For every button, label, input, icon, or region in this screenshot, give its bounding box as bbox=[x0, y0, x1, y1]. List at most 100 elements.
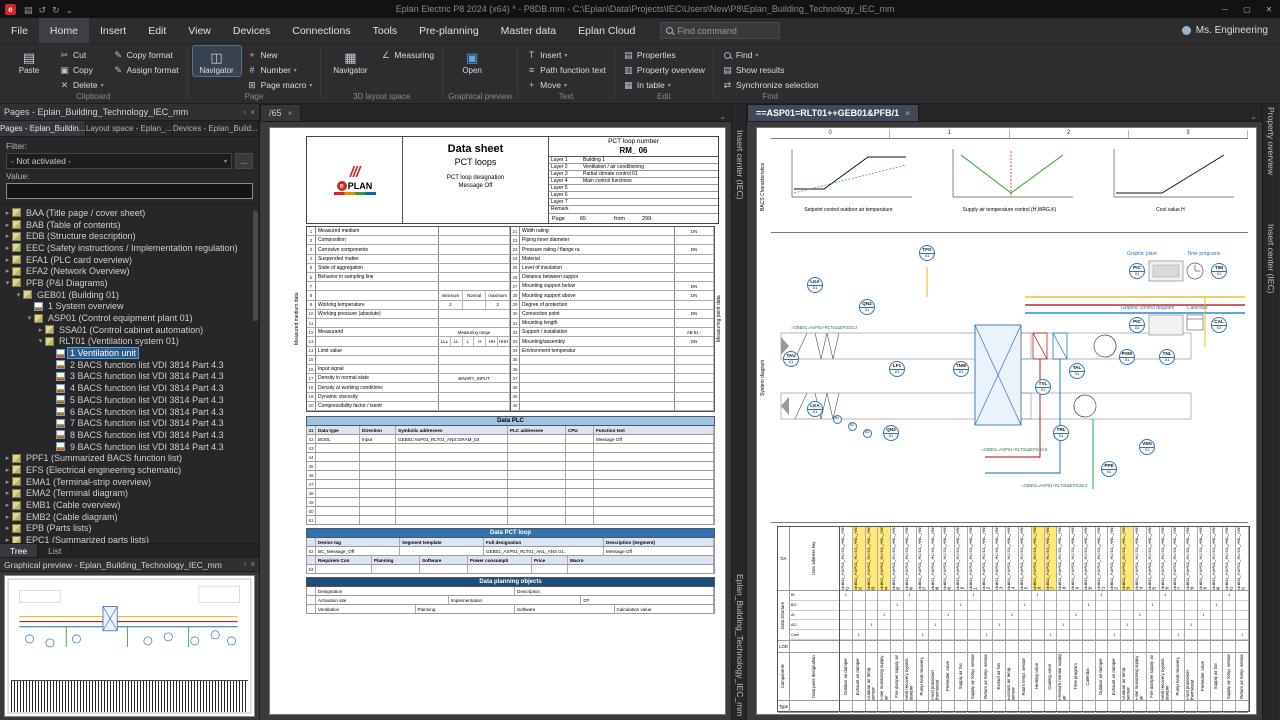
editor1-doc-tab[interactable]: /65 × bbox=[260, 104, 301, 121]
tree-item-1-system-overview[interactable]: 1 System overview bbox=[0, 301, 259, 313]
in-table-button[interactable]: ▦In table▾ bbox=[620, 78, 708, 92]
instrument-trl[interactable]: TRL01 bbox=[1053, 425, 1069, 441]
tree-item-efa2-network-overview[interactable]: ▸EFA2 (Network Overview) bbox=[0, 265, 259, 277]
datasheet-page[interactable]: Measured medium data Measuring point dat… bbox=[269, 127, 726, 715]
new-page-button[interactable]: +New bbox=[244, 48, 316, 62]
navigator-subtab-0[interactable]: Pages - Eplan_Buildin... bbox=[0, 121, 86, 136]
pid-page[interactable]: 0123 BACS Characteristics Setpoint contr… bbox=[756, 127, 1257, 715]
instrument-lka[interactable]: LKA01 bbox=[807, 277, 823, 293]
instrument-psw[interactable]: PSW01 bbox=[1119, 349, 1135, 365]
view-tab-tree[interactable]: Tree bbox=[0, 544, 38, 557]
measuring-button[interactable]: ∠Measuring bbox=[377, 48, 437, 62]
ribbon-tab-home[interactable]: Home bbox=[39, 18, 89, 43]
property-overview-button[interactable]: ▥Property overview bbox=[620, 63, 708, 77]
page-navigator-button[interactable]: ◫Navigator bbox=[193, 46, 241, 76]
tree-item-2-bacs-function-list-vdi[interactable]: 2 BACS function list VDI 3814 Part 4.3 bbox=[0, 359, 259, 371]
close-tab-icon[interactable]: × bbox=[905, 109, 910, 118]
instrument-62[interactable]: 62 bbox=[848, 422, 857, 431]
insert-center-vertical-tab[interactable]: Insert center (IEC) bbox=[1266, 224, 1276, 293]
view-tab-list[interactable]: List bbox=[38, 544, 72, 557]
layout-navigator-button[interactable]: ▦Navigator bbox=[326, 46, 374, 76]
tree-item-3-bacs-function-list-vdi[interactable]: 3 BACS function list VDI 3814 Part 4.3 bbox=[0, 371, 259, 383]
tree-item-geb01-building-01[interactable]: ▾GEB01 (Building 01) bbox=[0, 289, 259, 301]
user-account[interactable]: Ms. Engineering bbox=[1182, 18, 1280, 43]
properties-button[interactable]: ▤Properties bbox=[620, 48, 708, 62]
number-button[interactable]: #Number▾ bbox=[244, 63, 316, 77]
path-function-text-button[interactable]: ≡Path function text bbox=[523, 63, 609, 77]
tree-scrollbar[interactable] bbox=[253, 211, 258, 321]
undo-icon[interactable]: ↺ bbox=[39, 5, 47, 15]
editor2-canvas[interactable]: 0123 BACS Characteristics Setpoint contr… bbox=[747, 122, 1262, 720]
pin-icon[interactable]: ▫ bbox=[243, 108, 246, 117]
preview-thumbnail[interactable] bbox=[4, 575, 255, 717]
instrument-63[interactable]: 63 bbox=[863, 429, 872, 438]
redo-icon[interactable]: ↻ bbox=[52, 5, 60, 15]
find-button[interactable]: Find▾ bbox=[719, 48, 822, 62]
editor1-canvas[interactable]: Measured medium data Measuring point dat… bbox=[260, 122, 731, 720]
tree-item-5-bacs-function-list-vdi[interactable]: 5 BACS function list VDI 3814 Part 4.3 bbox=[0, 394, 259, 406]
property-overview-vertical-tab[interactable]: Property overview bbox=[1266, 107, 1276, 175]
copy-button[interactable]: ▣Copy bbox=[56, 63, 107, 77]
move-text-button[interactable]: +Move▾ bbox=[523, 78, 609, 92]
tree-item-ema2-terminal-diagram[interactable]: ▸EMA2 (Terminal diagram) bbox=[0, 488, 259, 500]
pin-icon[interactable]: ▫ bbox=[243, 560, 246, 569]
instrument-cal[interactable]: CAL01 bbox=[1211, 317, 1227, 333]
ribbon-tab-master-data[interactable]: Master data bbox=[490, 18, 567, 43]
tab-list-chevron-icon[interactable]: ⌄ bbox=[1245, 112, 1262, 121]
copy-format-button[interactable]: ✎Copy format bbox=[110, 48, 182, 62]
ribbon-tab-devices[interactable]: Devices bbox=[222, 18, 281, 43]
ribbon-tab-view[interactable]: View bbox=[177, 18, 222, 43]
instrument-pic[interactable]: PIC01 bbox=[1129, 317, 1145, 333]
page-macro-button[interactable]: ⊞Page macro▾ bbox=[244, 78, 316, 92]
tree-item-9-bacs-function-list-vdi[interactable]: 9 BACS function list VDI 3814 Part 4.3 bbox=[0, 441, 259, 453]
instrument-qn3[interactable]: QN301 bbox=[883, 425, 899, 441]
instrument-ppe[interactable]: PPE01 bbox=[1101, 461, 1117, 477]
tree-item-baa-title-page-cover[interactable]: ▸BAA (Title page / cover sheet) bbox=[0, 207, 259, 219]
close-panel-icon[interactable]: × bbox=[250, 560, 255, 569]
tree-item-epc1-summarized-parts-l[interactable]: ▸EPC1 (Summarized parts lists) bbox=[0, 534, 259, 543]
instrument-tnw[interactable]: TNW01 bbox=[953, 361, 969, 377]
instrument-lf1[interactable]: LF101 bbox=[889, 361, 905, 377]
close-panel-icon[interactable]: × bbox=[250, 108, 255, 117]
tree-item-efs-electrical-engineer[interactable]: ▸EFS (Electrical engineering schematic) bbox=[0, 464, 259, 476]
navigator-subtab-1[interactable]: Layout space - Eplan_... bbox=[86, 121, 172, 136]
maximize-button[interactable]: ▢ bbox=[1236, 0, 1258, 18]
instrument-tal[interactable]: TAL01 bbox=[1069, 363, 1085, 379]
tree-item-rlt01-ventilation-syste[interactable]: ▾RLT01 (Ventilation system 01) bbox=[0, 336, 259, 348]
tree-item-1-ventilation-unit[interactable]: 1 Ventilation unit bbox=[0, 347, 259, 359]
minimize-button[interactable]: ─ bbox=[1214, 0, 1236, 18]
tree-item-7-bacs-function-list-vdi[interactable]: 7 BACS function list VDI 3814 Part 4.3 bbox=[0, 417, 259, 429]
tree-item-6-bacs-function-list-vdi[interactable]: 6 BACS function list VDI 3814 Part 4.3 bbox=[0, 406, 259, 418]
tree-item-emb2-cable-diagram[interactable]: ▸EMB2 (Cable diagram) bbox=[0, 511, 259, 523]
ribbon-tab-pre-planning[interactable]: Pre-planning bbox=[408, 18, 490, 43]
show-results-button[interactable]: ▤Show results bbox=[719, 63, 822, 77]
tree-item-epb-parts-lists[interactable]: ▸EPB (Parts lists) bbox=[0, 523, 259, 535]
insert-center-vertical-tab[interactable]: Insert center (IEC) bbox=[735, 130, 745, 199]
tree-item-ema1-terminal-strip-ove[interactable]: ▸EMA1 (Terminal-strip overview) bbox=[0, 476, 259, 488]
tree-item-asp01-control-equipment[interactable]: ▾ASP01 (Control equipment plant 01) bbox=[0, 312, 259, 324]
tree-item-ssa01-control-cabinet-a[interactable]: ▸SSA01 (Control cabinet automation) bbox=[0, 324, 259, 336]
paste-button[interactable]: ▤Paste bbox=[5, 46, 53, 76]
tree-item-ppf1-summarized-bacs-fu[interactable]: ▸PPF1 (Summarized BACS function list) bbox=[0, 452, 259, 464]
close-tab-icon[interactable]: × bbox=[288, 109, 293, 118]
editor2-doc-tab[interactable]: ==ASP01=RLT01++GEB01&PFB/1 × bbox=[747, 104, 919, 121]
instrument-61[interactable]: 61 bbox=[833, 415, 842, 424]
save-icon[interactable]: ▤ bbox=[24, 5, 33, 15]
navigator-subtab-2[interactable]: Devices - Eplan_Build... bbox=[173, 121, 259, 136]
ribbon-tab-edit[interactable]: Edit bbox=[137, 18, 177, 43]
delete-button[interactable]: ✕Delete▾ bbox=[56, 78, 107, 92]
find-command-box[interactable]: Find command bbox=[660, 22, 780, 39]
tree-item-pfb-p-i-diagrams[interactable]: ▾PFB (P&I Diagrams) bbox=[0, 277, 259, 289]
tree-item-efa1-plc-card-overview[interactable]: ▸EFA1 (PLC card overview) bbox=[0, 254, 259, 266]
instrument-tfo[interactable]: TFO01 bbox=[919, 245, 935, 261]
instrument-lka[interactable]: LKA01 bbox=[807, 401, 823, 417]
tree-item-8-bacs-function-list-vdi[interactable]: 8 BACS function list VDI 3814 Part 4.3 bbox=[0, 429, 259, 441]
synchronize-selection-button[interactable]: ⇄Synchronize selection bbox=[719, 78, 822, 92]
instrument-tau[interactable]: TAU01 bbox=[783, 351, 799, 367]
pages-panel-tab[interactable]: Pages - Eplan_Building_Technology_IEC_mm… bbox=[0, 104, 259, 121]
close-button[interactable]: ✕ bbox=[1258, 0, 1280, 18]
instrument-qn2[interactable]: QN201 bbox=[859, 299, 875, 315]
window-title-vertical-tab[interactable]: Eplan_Building_Technology_IEC_mm bbox=[735, 574, 745, 716]
tree-item-emb1-cable-overview[interactable]: ▸EMB1 (Cable overview) bbox=[0, 499, 259, 511]
assign-format-button[interactable]: ✎Assign format bbox=[110, 63, 182, 77]
